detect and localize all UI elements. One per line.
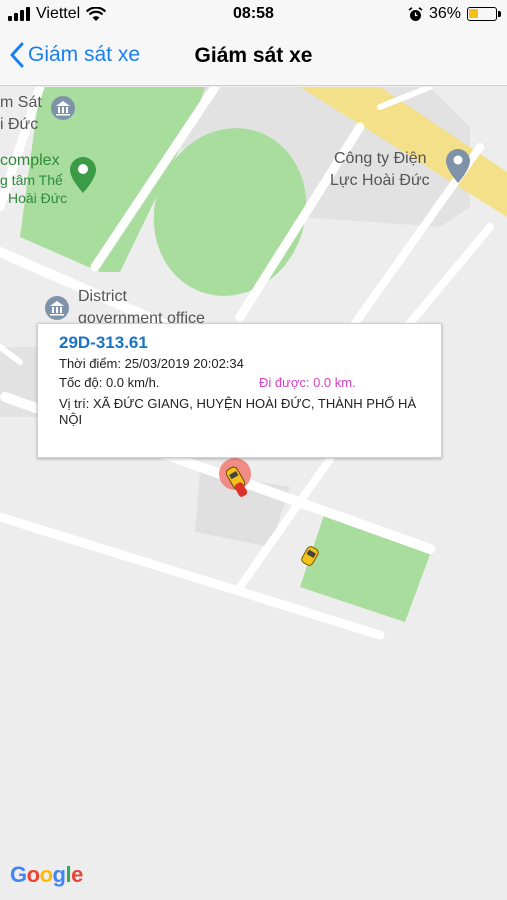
government-building-icon	[51, 96, 75, 120]
back-button-label: Giám sát xe	[28, 43, 141, 66]
location-row: Vị trí: XÃ ĐỨC GIANG, HUYỆN HOÀI ĐỨC, TH…	[59, 396, 417, 427]
map-label: g tâm Thể	[0, 172, 63, 188]
alarm-icon	[408, 6, 423, 21]
vehicle-marker-icon[interactable]	[218, 457, 254, 501]
vehicle-info-window: 29D-313.61 Thời điểm: 25/03/2019 20:02:3…	[37, 323, 442, 458]
battery-icon	[467, 7, 501, 21]
battery-percent: 36%	[428, 5, 461, 22]
map-label: i Đức	[0, 116, 39, 133]
map-view[interactable]: m Sát i Đức complex g tâm Thể Hoài Đức C…	[0, 87, 507, 900]
company-location-pin-icon	[446, 149, 470, 183]
status-bar: Viettel 08:58 36%	[0, 0, 507, 30]
map-label: District	[78, 288, 127, 305]
map-label: m Sát	[0, 94, 42, 111]
vehicle-plate: 29D-313.61	[59, 333, 148, 352]
distance-row: Đi được: 0.0 km.	[259, 375, 356, 390]
map-label: Lực Hoài Đức	[330, 172, 430, 189]
time-row: Thời điểm: 25/03/2019 20:02:34	[59, 356, 244, 371]
government-building-icon	[45, 296, 69, 320]
map-label: Công ty Điện	[334, 150, 427, 167]
google-logo: Google	[10, 862, 83, 887]
speed-row: Tốc độ: 0.0 km/h.	[59, 375, 160, 390]
park-location-pin-icon	[70, 157, 96, 193]
back-button[interactable]: Giám sát xe	[10, 42, 140, 68]
map-label: complex	[0, 152, 60, 169]
navigation-bar: Giám sát xe Giám sát xe	[0, 30, 507, 86]
map-label: Hoài Đức	[8, 190, 68, 206]
chevron-left-icon	[10, 42, 24, 68]
